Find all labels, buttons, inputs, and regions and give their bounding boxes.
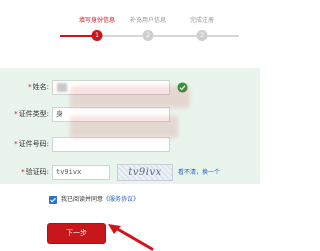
registration-steps: 填写身份信息 补充用户信息 完成注册 1 2 3 [0,0,260,45]
red-arrow-icon [108,224,154,251]
identity-form: *姓名: *证件类型: 身 *证件号码: *验证码: tv9ivx tv9ivx… [0,68,260,184]
step-1-dot: 1 [91,30,103,41]
step-3-label: 完成注册 [189,17,215,24]
redacted-value [57,83,67,92]
next-step-button[interactable]: 下一步 [48,224,105,243]
name-label: *姓名: [28,83,49,91]
name-row: *姓名: [0,79,260,96]
id-type-row: *证件类型: 身 [0,106,260,123]
step-2-label: 补充用户信息 [129,17,167,24]
captcha-image[interactable]: tv9ivx [117,164,173,181]
id-type-label: *证件类型: [14,110,49,118]
checkmark-icon [50,197,56,203]
step-3-dot: 3 [196,30,208,41]
id-number-input[interactable] [52,137,170,152]
id-number-label: *证件号码: [14,140,49,148]
service-agreement-link[interactable]: 《服务协议》 [103,196,139,203]
check-circle-icon [177,82,188,93]
id-type-select[interactable]: 身 [52,107,170,122]
agree-text: 我已阅读并同意 [61,196,104,203]
captcha-label: *验证码: [21,168,49,176]
step-track-line [97,35,239,37]
step-1-label: 填写身份信息 [78,17,116,24]
id-number-row: *证件号码: [0,136,260,153]
captcha-input[interactable]: tv9ivx [52,165,110,180]
name-input[interactable] [52,80,170,95]
step-2-dot: 2 [142,30,154,41]
agree-checkbox[interactable] [49,196,57,204]
captcha-row: *验证码: tv9ivx tv9ivx 看不清，换一个 [0,164,260,181]
refresh-captcha-link[interactable]: 看不清，换一个 [178,164,220,181]
